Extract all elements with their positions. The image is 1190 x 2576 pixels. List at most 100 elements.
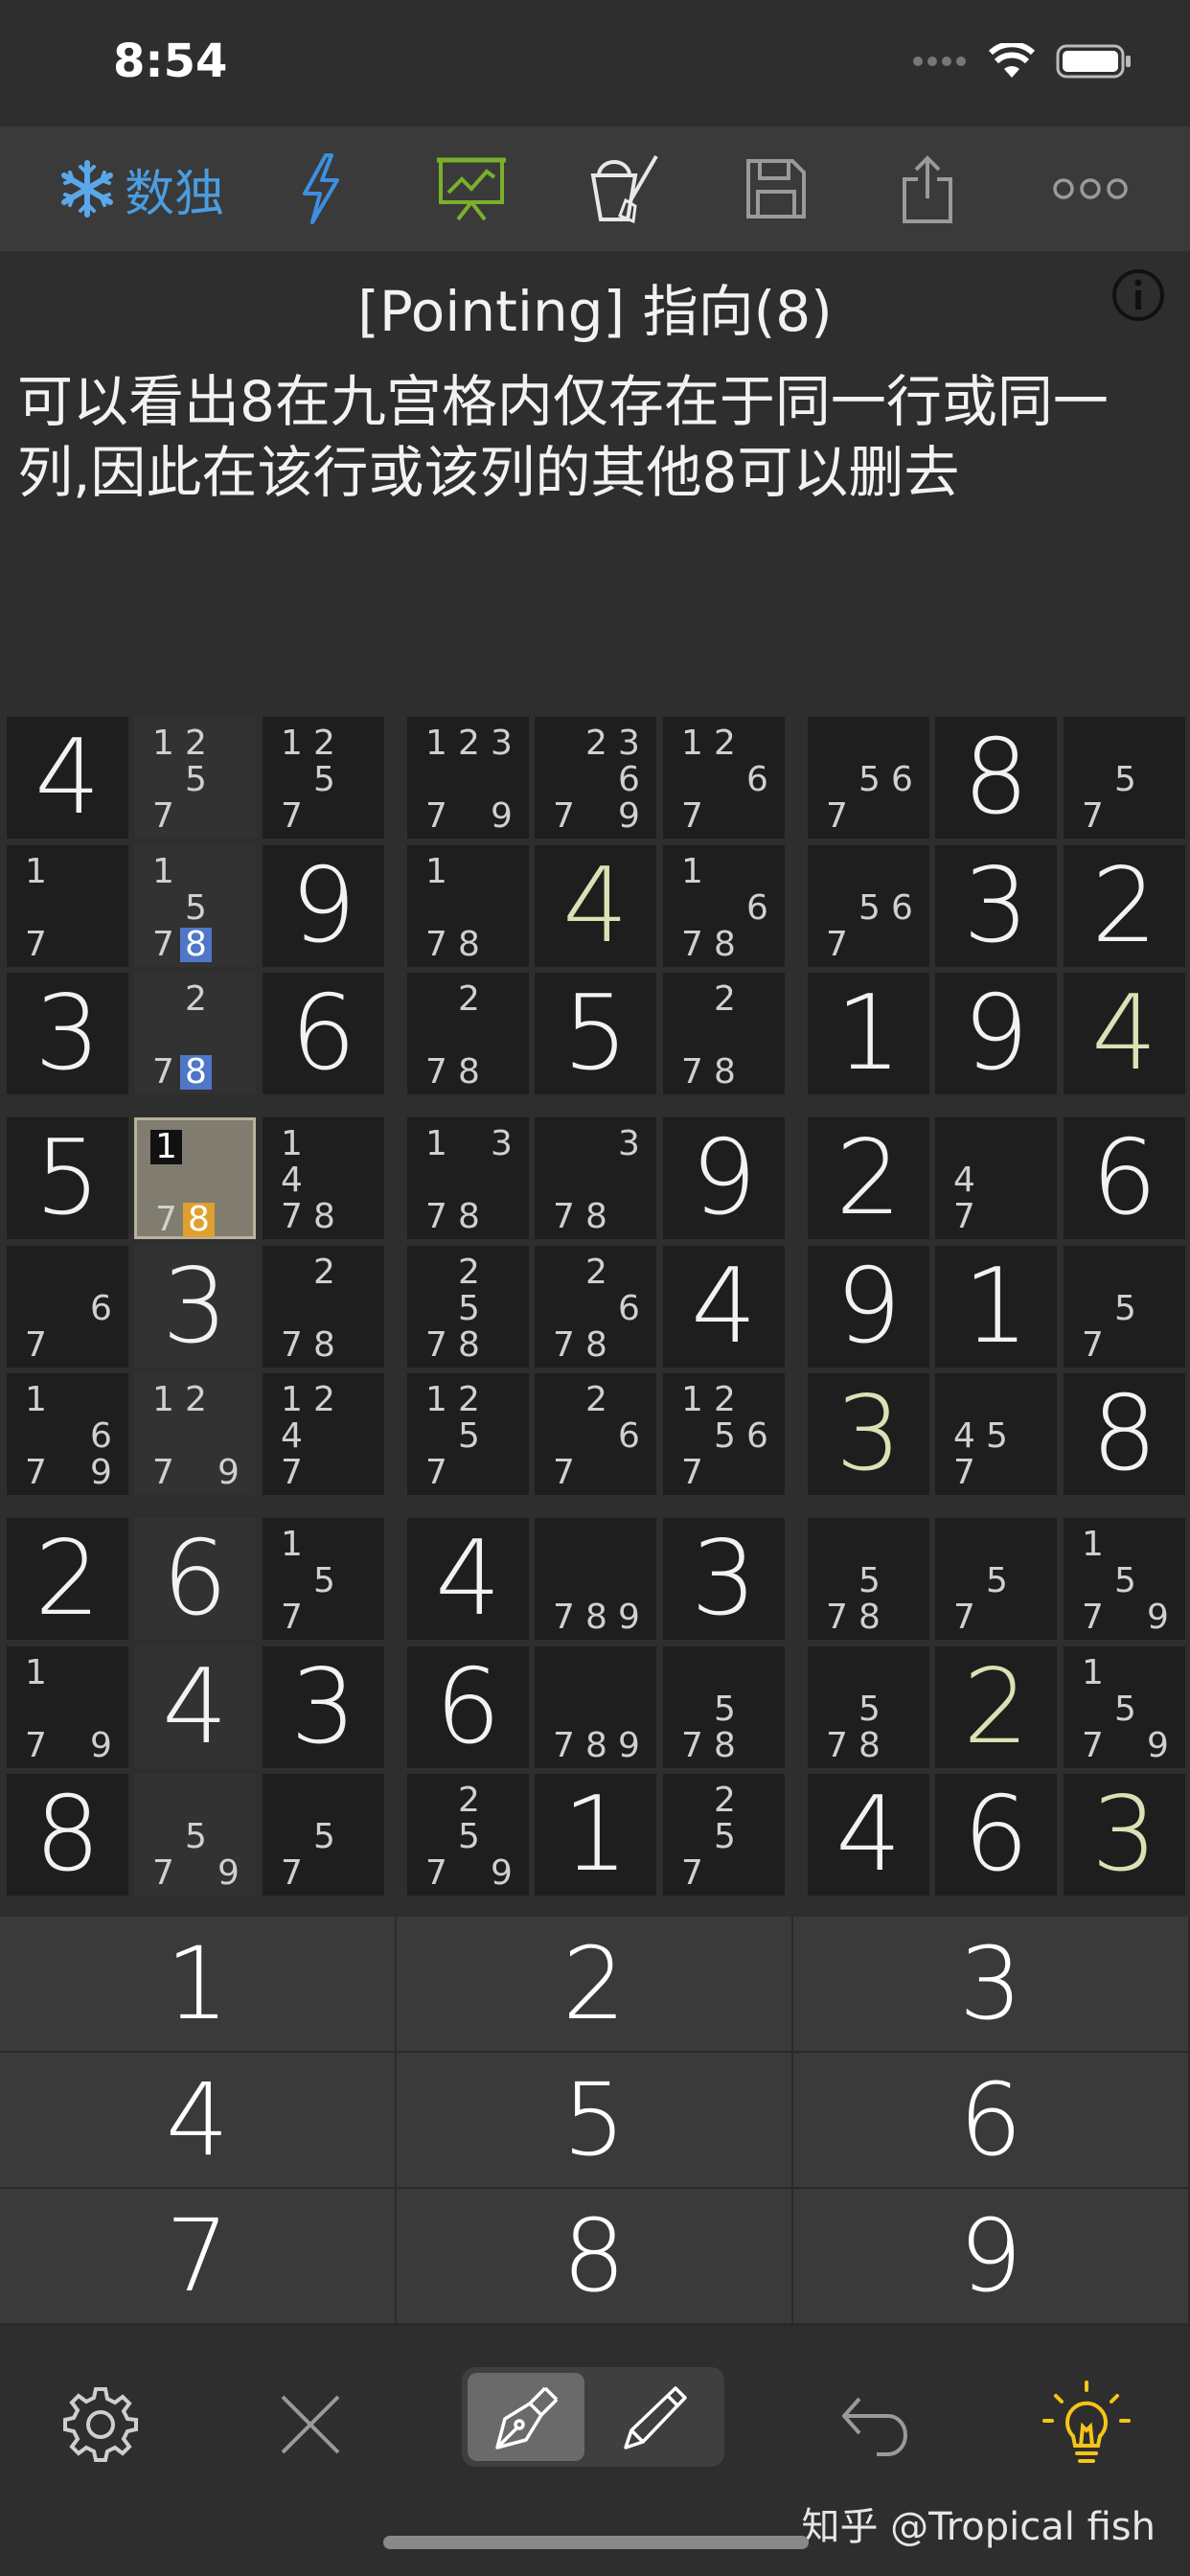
numpad-key-5[interactable]: 5 (397, 2053, 791, 2187)
sudoku-cell-r7c1[interactable]: 2 (7, 1518, 128, 1640)
sudoku-cell-r6c7[interactable]: 3 (808, 1373, 929, 1495)
sudoku-cell-r2c8[interactable]: 3 (935, 845, 1057, 967)
sudoku-cell-r4c8[interactable]: 47 (935, 1117, 1057, 1239)
sudoku-cell-r5c7[interactable]: 9 (808, 1246, 929, 1368)
sudoku-cell-r2c6[interactable]: 1678 (663, 845, 785, 967)
sudoku-cell-r9c6[interactable]: 257 (663, 1774, 785, 1896)
sudoku-cell-r7c2[interactable]: 6 (134, 1518, 256, 1640)
sudoku-cell-r8c8[interactable]: 2 (935, 1646, 1057, 1768)
sudoku-cell-r3c9[interactable]: 4 (1064, 973, 1185, 1094)
sudoku-cell-r4c9[interactable]: 6 (1064, 1117, 1185, 1239)
sudoku-cell-r7c4[interactable]: 4 (407, 1518, 529, 1640)
erase-button[interactable] (274, 2367, 347, 2482)
sudoku-cell-r6c3[interactable]: 1247 (263, 1373, 384, 1495)
sudoku-cell-r8c4[interactable]: 6 (407, 1646, 529, 1768)
sudoku-cell-r6c9[interactable]: 8 (1064, 1373, 1185, 1495)
sudoku-cell-r3c7[interactable]: 1 (808, 973, 929, 1094)
sudoku-cell-r3c1[interactable]: 3 (7, 973, 128, 1094)
info-button[interactable] (1111, 268, 1165, 322)
sudoku-cell-r9c5[interactable]: 1 (535, 1774, 656, 1896)
sudoku-cell-r6c4[interactable]: 1257 (407, 1373, 529, 1495)
numpad-key-1[interactable]: 1 (0, 1917, 395, 2051)
sudoku-cell-r1c3[interactable]: 1257 (263, 717, 384, 839)
numpad-key-7[interactable]: 7 (0, 2189, 395, 2323)
undo-button[interactable] (835, 2367, 912, 2482)
sudoku-cell-r9c8[interactable]: 6 (935, 1774, 1057, 1896)
sudoku-cell-r1c7[interactable]: 56 7 (808, 717, 929, 839)
sudoku-cell-r1c4[interactable]: 123 7 9 (407, 717, 529, 839)
app-title-button[interactable]: 数独 (57, 126, 224, 251)
numpad-key-8[interactable]: 8 (397, 2189, 791, 2323)
sudoku-cell-r9c7[interactable]: 4 (808, 1774, 929, 1896)
sudoku-cell-r1c9[interactable]: 57 (1064, 717, 1185, 839)
sudoku-cell-r5c6[interactable]: 4 (663, 1246, 785, 1368)
numpad-key-2[interactable]: 2 (397, 1917, 791, 2051)
sudoku-cell-r9c2[interactable]: 57 9 (134, 1774, 256, 1896)
sudoku-cell-r1c1[interactable]: 4 (7, 717, 128, 839)
sudoku-cell-r7c6[interactable]: 3 (663, 1518, 785, 1640)
sudoku-cell-r2c7[interactable]: 56 7 (808, 845, 929, 967)
sudoku-cell-r8c5[interactable]: 789 (535, 1646, 656, 1768)
sudoku-cell-r9c3[interactable]: 57 (263, 1774, 384, 1896)
sudoku-cell-r1c2[interactable]: 1257 (134, 717, 256, 839)
sudoku-cell-r8c3[interactable]: 3 (263, 1646, 384, 1768)
sudoku-cell-r7c8[interactable]: 57 (935, 1518, 1057, 1640)
sudoku-cell-r3c8[interactable]: 9 (935, 973, 1057, 1094)
sudoku-cell-r2c4[interactable]: 1 78 (407, 845, 529, 967)
sudoku-cell-r8c1[interactable]: 1 7 9 (7, 1646, 128, 1768)
sudoku-cell-r3c6[interactable]: 278 (663, 973, 785, 1094)
more-button[interactable] (1050, 126, 1131, 251)
sudoku-cell-r4c6[interactable]: 9 (663, 1117, 785, 1239)
sudoku-cell-r6c1[interactable]: 1679 (7, 1373, 128, 1495)
sudoku-cell-r2c1[interactable]: 17 (7, 845, 128, 967)
hint-button[interactable] (1041, 2367, 1133, 2482)
sudoku-cell-r8c7[interactable]: 578 (808, 1646, 929, 1768)
sudoku-cell-r6c8[interactable]: 457 (935, 1373, 1057, 1495)
sudoku-cell-r7c9[interactable]: 1579 (1064, 1518, 1185, 1640)
sudoku-cell-r5c9[interactable]: 57 (1064, 1246, 1185, 1368)
pencil-mode-button[interactable] (598, 2373, 715, 2461)
sudoku-cell-r3c4[interactable]: 278 (407, 973, 529, 1094)
numpad-key-9[interactable]: 9 (793, 2189, 1188, 2323)
sudoku-cell-r5c3[interactable]: 278 (263, 1246, 384, 1368)
sudoku-cell-r1c5[interactable]: 236 7 9 (535, 717, 656, 839)
sudoku-cell-r9c4[interactable]: 257 9 (407, 1774, 529, 1896)
sudoku-cell-r9c1[interactable]: 8 (7, 1774, 128, 1896)
sudoku-cell-r4c5[interactable]: 3 78 (535, 1117, 656, 1239)
sudoku-cell-r6c5[interactable]: 26 7 (535, 1373, 656, 1495)
sudoku-cell-r4c1[interactable]: 5 (7, 1117, 128, 1239)
save-button[interactable] (744, 126, 809, 251)
sudoku-cell-r2c2[interactable]: 1578 (134, 845, 256, 967)
sudoku-cell-r7c7[interactable]: 578 (808, 1518, 929, 1640)
share-button[interactable] (899, 126, 956, 251)
sudoku-cell-r4c4[interactable]: 1 3 78 (407, 1117, 529, 1239)
sudoku-cell-r2c3[interactable]: 9 (263, 845, 384, 967)
sudoku-cell-r8c2[interactable]: 4 (134, 1646, 256, 1768)
statistics-button[interactable] (431, 126, 512, 251)
numpad-key-4[interactable]: 4 (0, 2053, 395, 2187)
settings-button[interactable] (57, 2367, 144, 2482)
sudoku-cell-r7c3[interactable]: 157 (263, 1518, 384, 1640)
clear-button[interactable] (586, 126, 663, 251)
sudoku-cell-r6c2[interactable]: 127 9 (134, 1373, 256, 1495)
sudoku-cell-r7c5[interactable]: 789 (535, 1518, 656, 1640)
sudoku-cell-r4c2[interactable]: 1 78 (134, 1117, 256, 1239)
sudoku-cell-r5c4[interactable]: 2578 (407, 1246, 529, 1368)
sudoku-cell-r8c6[interactable]: 578 (663, 1646, 785, 1768)
sudoku-cell-r9c9[interactable]: 3 (1064, 1774, 1185, 1896)
sudoku-cell-r5c1[interactable]: 67 (7, 1246, 128, 1368)
sudoku-cell-r5c8[interactable]: 1 (935, 1246, 1057, 1368)
sudoku-cell-r6c6[interactable]: 1256 7 (663, 1373, 785, 1495)
sudoku-cell-r4c3[interactable]: 1478 (263, 1117, 384, 1239)
sudoku-cell-r1c8[interactable]: 8 (935, 717, 1057, 839)
numpad-key-6[interactable]: 6 (793, 2053, 1188, 2187)
sudoku-cell-r3c3[interactable]: 6 (263, 973, 384, 1094)
sudoku-cell-r3c5[interactable]: 5 (535, 973, 656, 1094)
pen-mode-button[interactable] (468, 2373, 584, 2461)
sudoku-cell-r1c6[interactable]: 126 7 (663, 717, 785, 839)
sudoku-cell-r2c5[interactable]: 4 (535, 845, 656, 967)
numpad-key-3[interactable]: 3 (793, 1917, 1188, 2051)
sudoku-cell-r5c2[interactable]: 3 (134, 1246, 256, 1368)
sudoku-cell-r2c9[interactable]: 2 (1064, 845, 1185, 967)
sudoku-cell-r3c2[interactable]: 278 (134, 973, 256, 1094)
